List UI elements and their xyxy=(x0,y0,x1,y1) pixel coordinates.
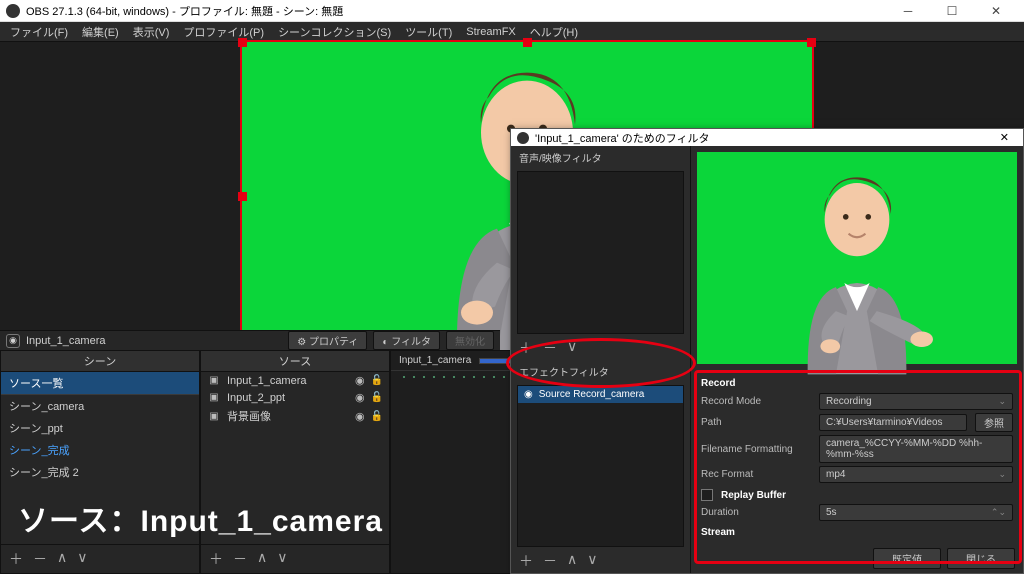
defaults-button[interactable]: 既定値 xyxy=(873,548,941,569)
rec-format-select[interactable]: mp4⌄ xyxy=(819,466,1013,483)
lock-icon[interactable]: 🔓 xyxy=(371,392,383,403)
filters-left-pane: 音声/映像フィルタ ＋ － ∨ エフェクトフィルタ ◉ Source Recor… xyxy=(511,146,691,573)
av-down-button[interactable]: ∨ xyxy=(567,338,577,358)
menu-scene-collection[interactable]: シーンコレクション(S) xyxy=(272,22,397,42)
source-row[interactable]: ▣ 背景画像 ◉ 🔓 xyxy=(201,406,389,426)
scene-down-button[interactable]: ∨ xyxy=(77,549,87,569)
filter-dialog-buttons: 既定値 閉じる xyxy=(691,544,1023,573)
window-title: OBS 27.1.3 (64-bit, windows) - プロファイル: 無… xyxy=(26,3,343,19)
obs-logo-icon xyxy=(517,132,529,144)
source-up-button[interactable]: ∧ xyxy=(257,549,267,569)
fx-down-button[interactable]: ∨ xyxy=(587,551,597,571)
close-dialog-button[interactable]: 閉じる xyxy=(947,548,1015,569)
filters-button[interactable]: ◐ フィルタ xyxy=(373,331,440,350)
scenes-footer: ＋ － ∧ ∨ xyxy=(1,544,199,573)
path-input[interactable]: C:¥Users¥tarmino¥Videos xyxy=(819,414,967,431)
duration-input[interactable]: 5s⌃⌄ xyxy=(819,504,1013,521)
scene-row[interactable]: シーン_完成 xyxy=(1,439,199,461)
scene-row[interactable]: シーン_完成 2 xyxy=(1,461,199,483)
filename-fmt-input[interactable]: camera_%CCYY-%MM-%DD %hh-%mm-%ss xyxy=(819,435,1013,463)
record-mode-select[interactable]: Recording⌄ xyxy=(819,393,1013,410)
source-type-icon: ▣ xyxy=(207,375,221,386)
source-type-icon: ▣ xyxy=(207,392,221,403)
menu-bar: ファイル(F) 編集(E) 表示(V) プロファイル(P) シーンコレクション(… xyxy=(0,22,1024,42)
eye-icon[interactable]: ◉ xyxy=(355,410,365,423)
eye-icon[interactable]: ◉ xyxy=(355,374,365,387)
filters-titlebar: 'Input_1_camera' のためのフィルタ ✕ xyxy=(511,129,1023,146)
current-source-name: Input_1_camera xyxy=(26,335,126,347)
visibility-icon[interactable]: ◉ xyxy=(6,334,20,348)
scene-up-button[interactable]: ∧ xyxy=(57,549,67,569)
minimize-button[interactable]: ─ xyxy=(886,0,930,22)
sources-panel: ソース ▣ Input_1_camera ◉ 🔓 ▣ Input_2_ppt ◉… xyxy=(200,350,390,574)
properties-button[interactable]: ⚙ プロパティ xyxy=(288,331,367,350)
menu-edit[interactable]: 編集(E) xyxy=(76,22,125,42)
av-add-button[interactable]: ＋ xyxy=(519,338,533,358)
scene-row[interactable]: シーン_ppt xyxy=(1,417,199,439)
source-down-button[interactable]: ∨ xyxy=(277,549,287,569)
scene-row[interactable]: ソース一覧 xyxy=(1,372,199,395)
fx-filters-list[interactable]: ◉ Source Record_camera xyxy=(517,385,684,548)
eye-icon[interactable]: ◉ xyxy=(524,389,533,400)
person-graphic xyxy=(764,170,951,374)
stream-group: Stream xyxy=(701,525,1013,542)
menu-help[interactable]: ヘルプ(H) xyxy=(524,22,584,42)
sources-footer: ＋ － ∧ ∨ xyxy=(201,544,389,573)
menu-view[interactable]: 表示(V) xyxy=(127,22,176,42)
filter-properties: Record Record Mode Recording⌄ Path C:¥Us… xyxy=(691,370,1023,544)
lock-icon[interactable]: 🔓 xyxy=(371,375,383,386)
caption-text: ソース：Input_1_camera xyxy=(18,496,383,540)
remove-source-button[interactable]: － xyxy=(233,549,247,569)
lock-icon[interactable]: 🔓 xyxy=(371,411,383,422)
filters-title: 'Input_1_camera' のためのフィルタ xyxy=(535,130,710,146)
filter-preview xyxy=(697,152,1017,364)
path-label: Path xyxy=(701,417,811,428)
browse-button[interactable]: 参照 xyxy=(975,413,1013,432)
record-group: Record xyxy=(701,376,1013,393)
duration-label: Duration xyxy=(701,507,811,518)
scene-row[interactable]: シーン_camera xyxy=(1,395,199,417)
effect-filter-row[interactable]: ◉ Source Record_camera xyxy=(518,386,683,403)
window-titlebar: OBS 27.1.3 (64-bit, windows) - プロファイル: 無… xyxy=(0,0,1024,22)
replay-buffer-checkbox[interactable] xyxy=(701,489,713,501)
obs-logo-icon xyxy=(6,4,20,18)
source-controls-bar: ◉ Input_1_camera ⚙ プロパティ ◐ フィルタ 無効化 xyxy=(0,330,500,350)
menu-file[interactable]: ファイル(F) xyxy=(4,22,74,42)
sources-header: ソース xyxy=(201,351,389,372)
source-row[interactable]: ▣ Input_1_camera ◉ 🔓 xyxy=(201,372,389,389)
add-scene-button[interactable]: ＋ xyxy=(9,549,23,569)
eye-icon[interactable]: ◉ xyxy=(355,391,365,404)
av-filters-label: 音声/映像フィルタ xyxy=(511,146,690,169)
menu-streamfx[interactable]: StreamFX xyxy=(460,24,522,40)
scenes-panel: シーン ソース一覧 シーン_camera シーン_ppt シーン_完成 シーン_… xyxy=(0,350,200,574)
av-remove-button[interactable]: － xyxy=(543,338,557,358)
maximize-button[interactable]: ☐ xyxy=(930,0,974,22)
fx-filters-label: エフェクトフィルタ xyxy=(511,360,690,383)
menu-tools[interactable]: ツール(T) xyxy=(399,22,458,42)
source-row[interactable]: ▣ Input_2_ppt ◉ 🔓 xyxy=(201,389,389,406)
filters-dialog: 'Input_1_camera' のためのフィルタ ✕ 音声/映像フィルタ ＋ … xyxy=(510,128,1024,574)
scenes-header: シーン xyxy=(1,351,199,372)
replay-buffer-label: Replay Buffer xyxy=(721,490,786,501)
filters-right-pane: Record Record Mode Recording⌄ Path C:¥Us… xyxy=(691,146,1023,573)
filters-close-icon[interactable]: ✕ xyxy=(992,131,1017,144)
close-button[interactable]: ✕ xyxy=(974,0,1018,22)
disable-button[interactable]: 無効化 xyxy=(446,331,494,350)
source-type-icon: ▣ xyxy=(207,411,221,422)
fx-up-button[interactable]: ∧ xyxy=(567,551,577,571)
fx-remove-button[interactable]: － xyxy=(543,551,557,571)
add-source-button[interactable]: ＋ xyxy=(209,549,223,569)
record-mode-label: Record Mode xyxy=(701,396,811,407)
rec-format-label: Rec Format xyxy=(701,469,811,480)
fx-add-button[interactable]: ＋ xyxy=(519,551,533,571)
av-filters-list[interactable] xyxy=(517,171,684,334)
remove-scene-button[interactable]: － xyxy=(33,549,47,569)
menu-profile[interactable]: プロファイル(P) xyxy=(177,22,270,42)
filename-fmt-label: Filename Formatting xyxy=(701,444,811,455)
